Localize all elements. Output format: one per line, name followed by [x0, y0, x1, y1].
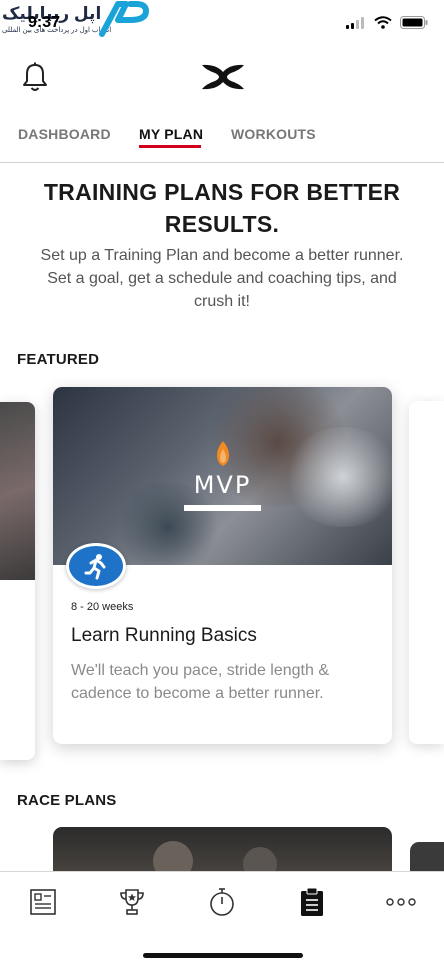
header-divider — [0, 162, 444, 163]
more-icon — [386, 898, 416, 906]
trophy-icon — [120, 889, 144, 915]
mvp-logo-text: MVP — [193, 471, 252, 499]
tab-bar: DASHBOARD MY PLAN WORKOUTS — [0, 126, 444, 162]
page-description: Set up a Training Plan and become a bett… — [40, 247, 404, 310]
home-indicator[interactable] — [143, 953, 303, 958]
featured-plan-card[interactable]: MVP 8 - 20 weeks Learn Running Basics We… — [53, 387, 392, 744]
signal-icon — [346, 16, 364, 29]
plan-duration: 8 - 20 weeks — [71, 601, 134, 613]
under-armour-logo-icon — [202, 64, 244, 90]
mvp-logo: MVP — [53, 439, 392, 499]
race-plan-card[interactable] — [53, 827, 392, 877]
under-armour-logo — [200, 63, 246, 96]
battery-icon — [400, 16, 428, 29]
notifications-button[interactable] — [22, 62, 48, 97]
runner-icon — [84, 554, 106, 580]
watermark: اپل ریپابلیک انتخاب اول در پرداخت های بی… — [0, 0, 160, 40]
card-image — [0, 402, 35, 580]
nav-feed[interactable] — [23, 886, 63, 918]
featured-card-next[interactable] — [409, 401, 444, 744]
featured-card-previous[interactable] — [0, 402, 35, 760]
nav-training-plans[interactable] — [292, 886, 332, 918]
tab-my-plan[interactable]: MY PLAN — [139, 126, 203, 142]
active-tab-indicator — [139, 145, 201, 148]
card-image: MVP — [53, 387, 392, 565]
clipboard-icon — [301, 887, 323, 916]
clock-time: 9:37 — [28, 14, 61, 31]
mvp-logo-bar — [184, 505, 261, 511]
plan-description: We'll teach you pace, stride length & ca… — [71, 662, 330, 702]
bottom-navigation — [0, 871, 444, 968]
tab-dashboard[interactable]: DASHBOARD — [18, 126, 111, 142]
feed-icon — [30, 889, 56, 915]
plan-type-badge — [66, 543, 126, 589]
watermark-logo-icon — [99, 1, 149, 37]
nav-challenges[interactable] — [112, 886, 152, 918]
wifi-icon — [374, 16, 392, 29]
nav-more[interactable] — [381, 886, 421, 918]
tab-workouts[interactable]: WORKOUTS — [231, 126, 316, 142]
stopwatch-icon — [210, 888, 234, 916]
race-plans-section-label: RACE PLANS — [17, 792, 117, 809]
featured-section-label: FEATURED — [17, 351, 100, 368]
status-icons — [346, 16, 428, 29]
nav-record[interactable] — [202, 886, 242, 918]
plan-title: Learn Running Basics — [71, 625, 257, 646]
bell-icon — [23, 62, 47, 91]
page-title: TRAINING PLANS FOR BETTER RESULTS. — [43, 179, 401, 237]
status-bar: اپل ریپابلیک انتخاب اول در پرداخت های بی… — [0, 0, 444, 48]
flame-icon — [216, 441, 229, 466]
